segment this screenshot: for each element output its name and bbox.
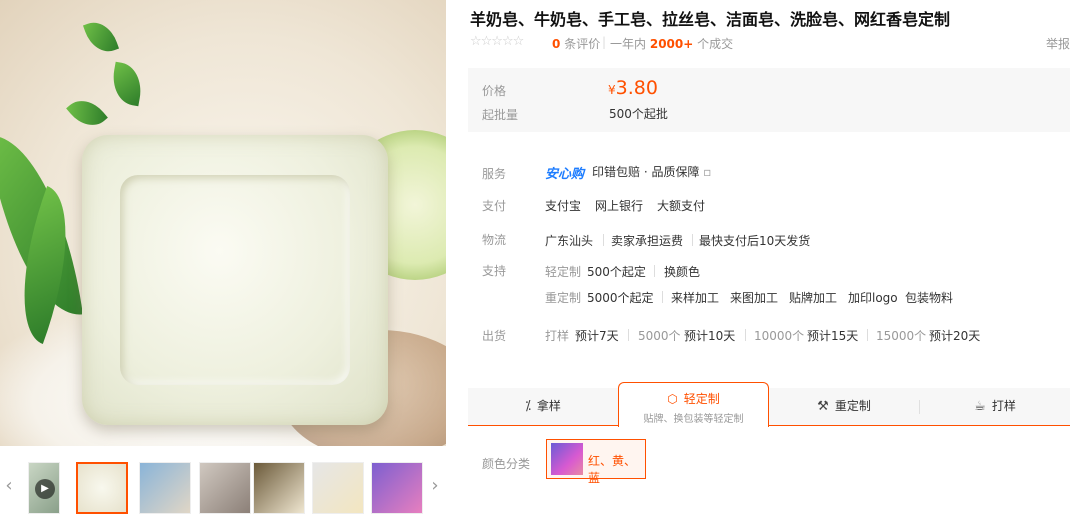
price-value: ¥3.80 <box>608 77 658 99</box>
tab-proof[interactable]: ☕ 打样 <box>920 388 1070 426</box>
anxingou-logo: 安心购 <box>545 167 585 182</box>
sku-option[interactable]: 红、黄、蓝 <box>546 439 646 485</box>
star-rating-icon[interactable]: ☆☆☆☆☆ <box>470 34 524 49</box>
logistics-label: 物流 <box>482 233 507 247</box>
price-panel: 价格 ¥3.80 起批量 500个起批 <box>468 68 1070 132</box>
heavy-custom-item: 5000个起定 <box>587 291 654 305</box>
divider <box>745 329 746 341</box>
moq-value: 500个起批 <box>609 107 668 121</box>
ship-qty: 打样 <box>545 329 570 343</box>
service-label: 服务 <box>482 167 507 181</box>
leaf <box>108 61 146 107</box>
moq-label: 起批量 <box>482 108 519 122</box>
box-icon: ⬡ <box>667 392 678 406</box>
heavy-custom-item: 来图加工 <box>730 291 779 305</box>
ship-qty: 10000个 <box>754 329 805 343</box>
thumbnail-strip: ‹ ▶ › <box>0 456 446 516</box>
pay-item: 网上银行 <box>595 199 644 213</box>
divider <box>867 329 868 341</box>
light-custom-item: 500个起定 <box>587 265 646 279</box>
light-custom-label: 轻定制 <box>545 265 582 279</box>
divider <box>628 329 629 341</box>
support-label: 支持 <box>482 264 507 278</box>
logistics-origin: 广东汕头 <box>545 234 594 248</box>
heavy-custom-item: 包装物料 <box>905 291 954 305</box>
heavy-custom-label: 重定制 <box>545 291 582 305</box>
tab-light-custom[interactable]: ⬡ 轻定制 贴牌、换包装等轻定制 <box>618 382 769 427</box>
divider <box>603 234 604 246</box>
ship-time: 预计15天 <box>807 329 859 343</box>
ship-time: 预计10天 <box>684 329 736 343</box>
thumbnail[interactable] <box>76 462 128 514</box>
pay-label: 支付 <box>482 199 507 213</box>
chevron-right-icon[interactable]: › <box>428 474 442 498</box>
pay-item: 支付宝 <box>545 199 582 213</box>
tab-heavy-custom[interactable]: ⚒ 重定制 <box>769 388 919 426</box>
product-title: 羊奶皂、牛奶皂、手工皂、拉丝皂、洁面皂、洗脸皂、网红香皂定制 <box>470 10 951 29</box>
light-custom-item: 换颜色 <box>664 265 701 279</box>
report-link[interactable]: 举报 <box>1046 35 1070 52</box>
info-icon: ▫ <box>703 165 712 179</box>
leaf <box>82 16 120 58</box>
soap-emboss <box>120 175 350 385</box>
price-label: 价格 <box>482 84 507 98</box>
tab-sample[interactable]: ⁒ 拿样 <box>468 388 618 426</box>
divider <box>692 234 693 246</box>
thumbnail-video[interactable]: ▶ <box>28 462 60 514</box>
ship-time: 预计7天 <box>575 329 619 343</box>
thumbnail[interactable] <box>199 462 251 514</box>
divider <box>654 265 655 277</box>
logistics-delivery: 最快支付后10天发货 <box>699 234 811 248</box>
ship-qty: 15000个 <box>876 329 927 343</box>
rating-row: ☆☆☆☆☆ 0 条评价 | 一年内 2000+ 个成交 举报 <box>470 34 1070 52</box>
divider <box>662 291 663 303</box>
review-count[interactable]: 0 条评价 <box>552 35 600 52</box>
sku-thumbnail <box>551 443 583 475</box>
ship-qty: 5000个 <box>638 329 681 343</box>
sku-option-label: 红、黄、蓝 <box>588 454 637 485</box>
cup-icon: ☕ <box>974 399 986 414</box>
logistics-shipping: 卖家承担运费 <box>611 234 684 248</box>
tab-light-custom-sub: 贴牌、换包装等轻定制 <box>643 414 744 425</box>
thumbnail[interactable] <box>253 462 305 514</box>
thumbnail[interactable] <box>312 462 364 514</box>
chevron-left-icon[interactable]: ‹ <box>2 474 16 498</box>
thumbnail[interactable] <box>371 462 423 514</box>
color-category-label: 颜色分类 <box>482 457 531 471</box>
sales-count: 一年内 2000+ 个成交 <box>610 37 734 51</box>
soap-bar <box>82 135 388 425</box>
leaf <box>66 91 108 135</box>
heavy-custom-item: 加印logo <box>848 291 898 305</box>
tools-icon: ⚒ <box>817 399 829 414</box>
ship-label: 出货 <box>482 329 507 343</box>
pay-item: 大额支付 <box>657 199 706 213</box>
divider: | <box>602 35 607 49</box>
main-product-image[interactable] <box>0 0 446 446</box>
heavy-custom-item: 贴牌加工 <box>789 291 838 305</box>
sample-icon: ⁒ <box>525 399 531 414</box>
ship-time: 预计20天 <box>929 329 981 343</box>
play-icon: ▶ <box>35 479 55 499</box>
thumbnail[interactable] <box>139 462 191 514</box>
service-text[interactable]: 印错包赔 · 品质保障 ▫ <box>592 163 711 180</box>
heavy-custom-item: 来样加工 <box>671 291 720 305</box>
